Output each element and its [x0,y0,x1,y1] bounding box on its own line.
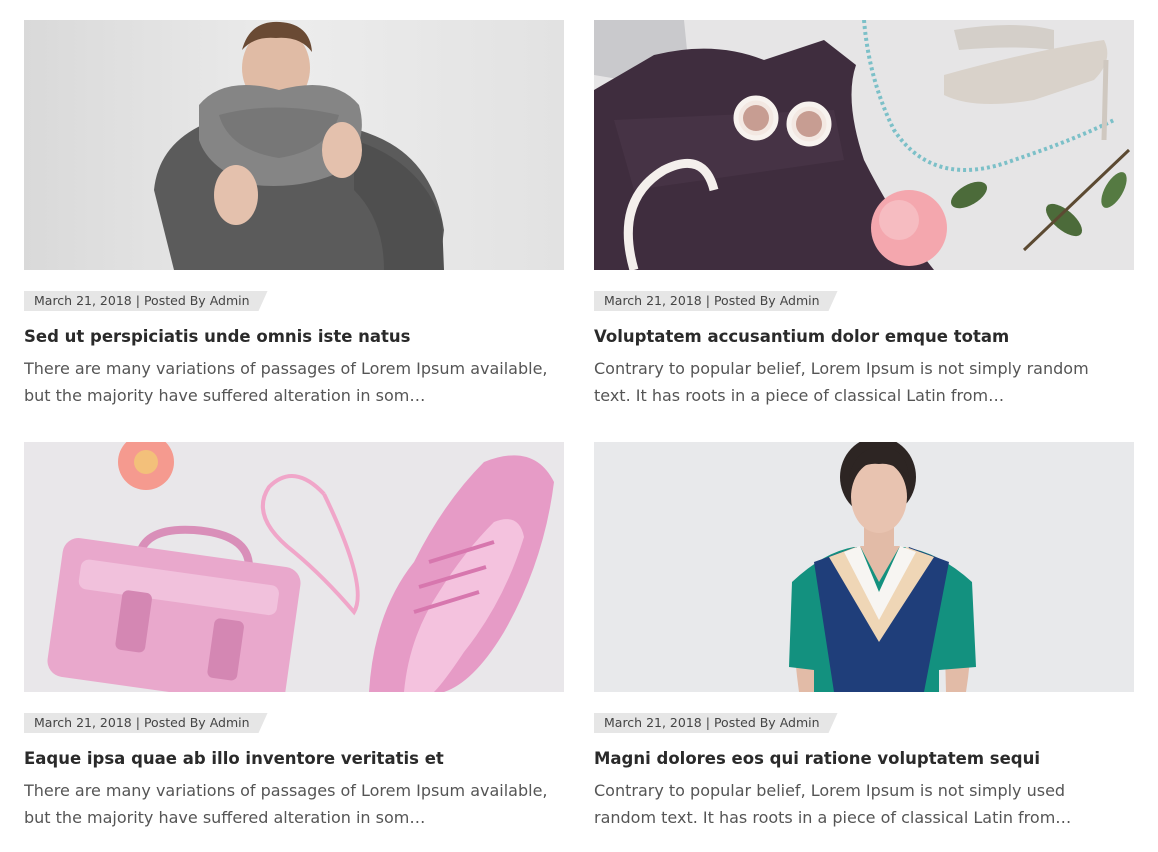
post-thumbnail-link[interactable] [24,442,564,692]
lace-top-heels-flatlay-photo [594,20,1134,270]
post-title: Sed ut perspiciatis unde omnis iste natu… [24,326,411,348]
post-author-link[interactable]: Admin [780,293,820,308]
post-excerpt: There are many variations of passages of… [24,359,548,405]
post-date: March 21, 2018 [604,293,702,308]
meta-separator: | [135,293,140,308]
post-excerpt: Contrary to popular belief, Lorem Ipsum … [594,781,1072,827]
meta-separator: | [705,715,710,730]
blog-post-card: March 21, 2018 | Posted By Admin Magni dol… [594,442,1134,842]
author-prefix: Posted By [713,715,776,730]
blog-post-card: March 21, 2018 | Posted By Admin Eaque ips… [24,442,564,842]
meta-separator: | [705,293,710,308]
post-date: March 21, 2018 [34,715,132,730]
post-date: March 21, 2018 [604,715,702,730]
post-title: Magni dolores eos qui ratione voluptatem… [594,748,1040,770]
post-meta: March 21, 2018 | Posted By Admin [24,713,268,733]
post-title-link[interactable]: Eaque ipsa quae ab illo inventore verita… [24,749,444,768]
woman-color-block-dress-photo [594,442,1134,692]
post-excerpt: There are many variations of passages of… [24,781,548,827]
post-title-link[interactable]: Voluptatem accusantium dolor emque totam [594,327,1009,346]
post-title-link[interactable]: Sed ut perspiciatis unde omnis iste natu… [24,327,411,346]
post-date: March 21, 2018 [34,293,132,308]
post-title: Eaque ipsa quae ab illo inventore verita… [24,748,444,770]
author-prefix: Posted By [143,293,206,308]
blog-post-grid: March 21, 2018 | Posted By Admin Sed ut pe… [24,20,1134,842]
post-title-link[interactable]: Magni dolores eos qui ratione voluptatem… [594,749,1040,768]
blog-post-card: March 21, 2018 | Posted By Admin Voluptate… [594,20,1134,420]
post-author-link[interactable]: Admin [780,715,820,730]
post-thumbnail-link[interactable] [24,20,564,270]
author-prefix: Posted By [143,715,206,730]
post-meta: March 21, 2018 | Posted By Admin [24,291,268,311]
post-thumbnail-link[interactable] [594,20,1134,270]
post-excerpt: Contrary to popular belief, Lorem Ipsum … [594,359,1089,405]
meta-separator: | [135,715,140,730]
blog-post-card: March 21, 2018 | Posted By Admin Sed ut pe… [24,20,564,420]
post-author-link[interactable]: Admin [210,715,250,730]
man-grey-knit-scarf-photo [24,20,564,270]
author-prefix: Posted By [713,293,776,308]
post-meta: March 21, 2018 | Posted By Admin [594,713,838,733]
pink-metallic-bag-sneaker-photo [24,442,564,692]
post-thumbnail-link[interactable] [594,442,1134,692]
post-meta: March 21, 2018 | Posted By Admin [594,291,838,311]
post-author-link[interactable]: Admin [210,293,250,308]
post-title: Voluptatem accusantium dolor emque totam [594,326,1009,348]
